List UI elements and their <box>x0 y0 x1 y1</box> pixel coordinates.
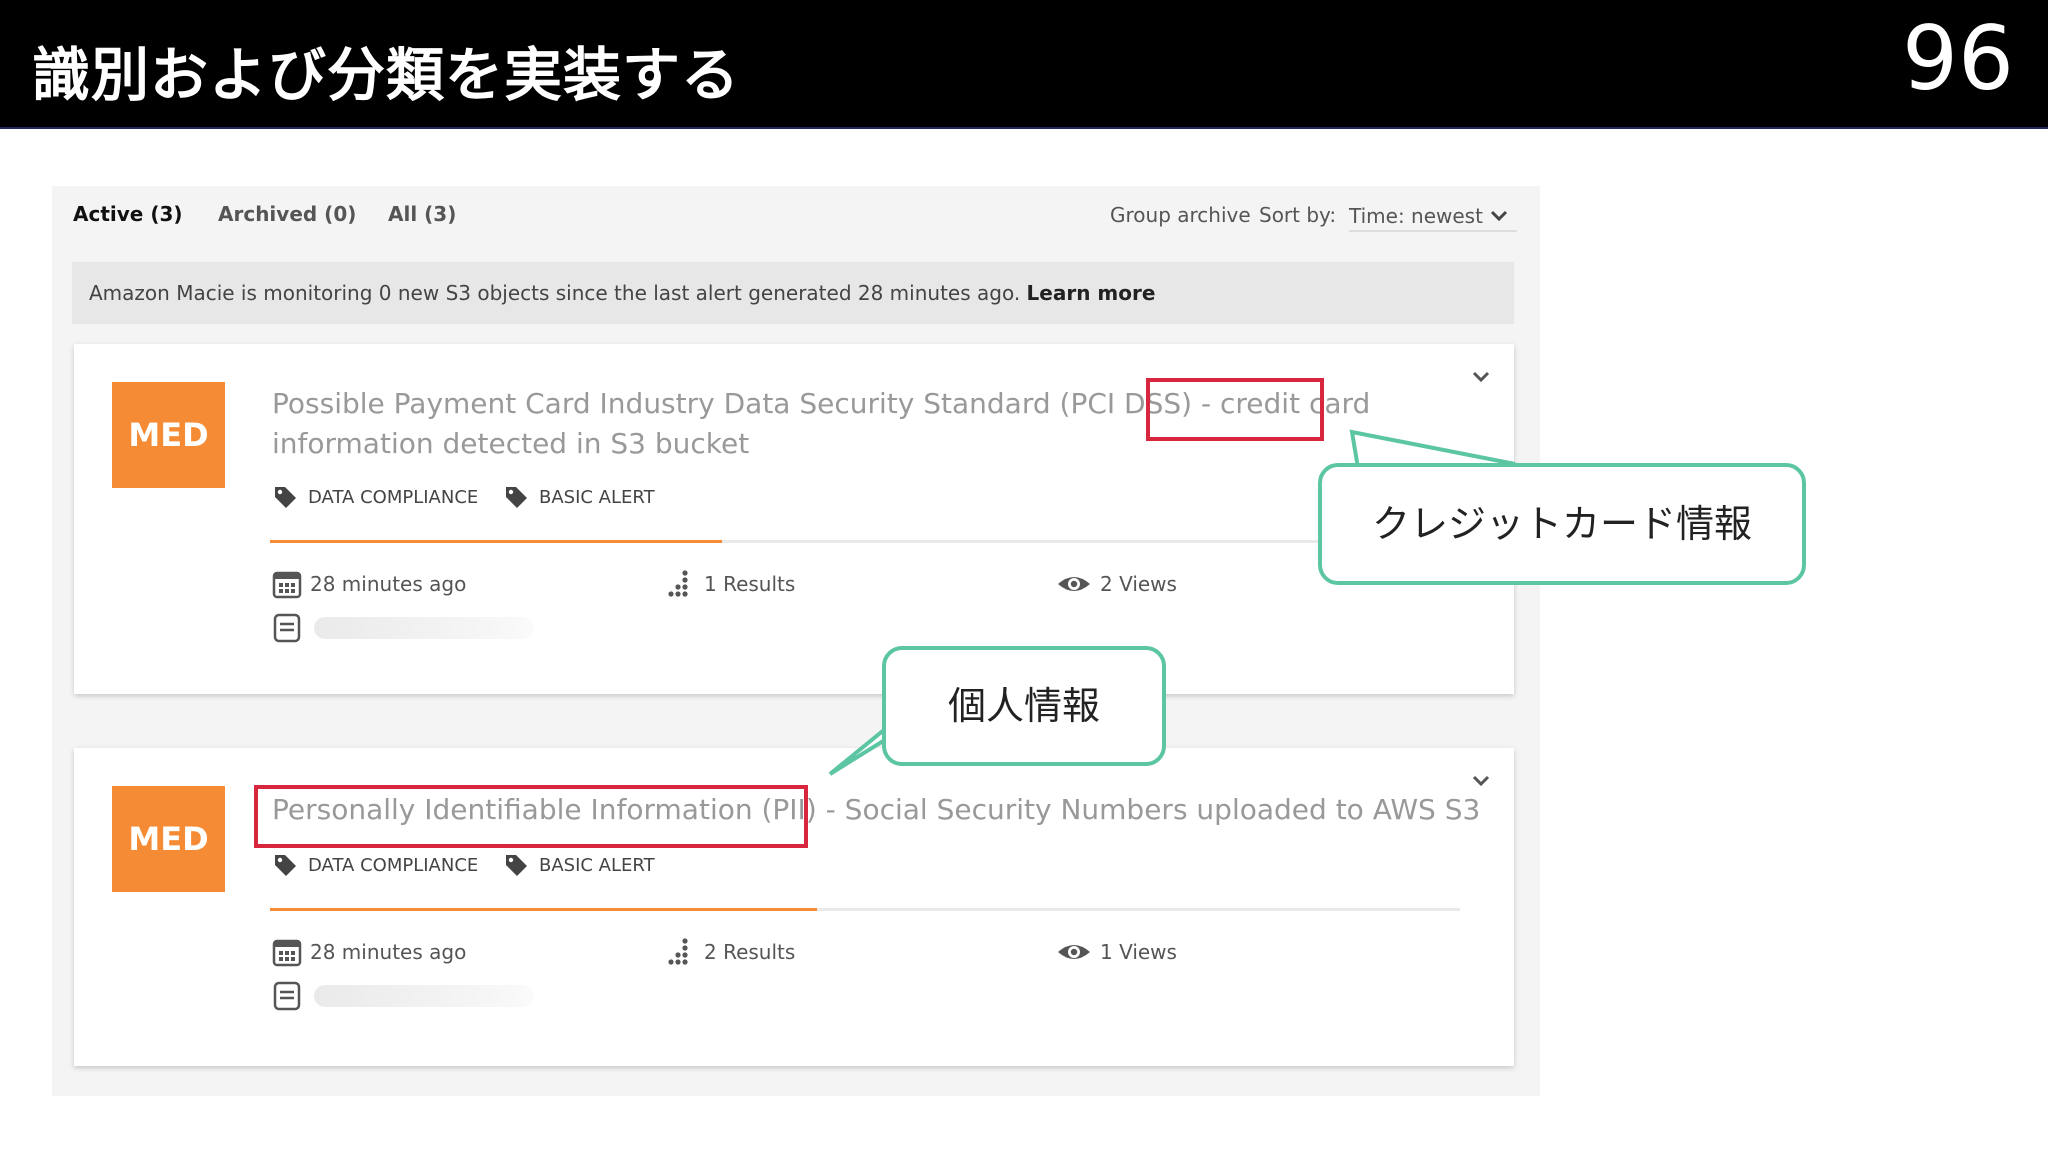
tab-all[interactable]: All (3) <box>388 202 456 226</box>
sort-by-label: Sort by: <box>1259 203 1337 227</box>
tab-active[interactable]: Active (3) <box>73 202 183 226</box>
tag-icon <box>506 855 527 876</box>
tabs-row: Active (3) Archived (0) All (3) Group ar… <box>52 186 1540 246</box>
redacted-text <box>314 985 534 1007</box>
alert-progress-bar <box>270 908 1460 911</box>
chevron-down-icon <box>1490 210 1508 222</box>
alert-progress-fill <box>270 908 818 911</box>
tag-basic-alert[interactable]: BASIC ALERT <box>503 482 655 512</box>
scatter-dots-icon <box>668 938 688 965</box>
alert-document-row <box>272 981 534 1011</box>
group-archive-button[interactable]: Group archive <box>1110 203 1251 227</box>
alert-results-text: 2 Results <box>704 940 796 964</box>
tag-basic-alert[interactable]: BASIC ALERT <box>503 850 655 880</box>
alert-views-text: 2 Views <box>1100 572 1177 596</box>
sort-select-value: Time: newest <box>1349 204 1483 228</box>
slide-header: 識別および分類を実装する 96 <box>0 0 2048 129</box>
callout-credit-card-text: クレジットカード情報 <box>1371 502 1752 546</box>
expand-chevron-icon[interactable] <box>1468 768 1494 794</box>
tag-data-compliance[interactable]: DATA COMPLIANCE <box>272 850 478 880</box>
alert-tags: DATA COMPLIANCE BASIC ALERT <box>272 482 872 512</box>
tag-icon <box>506 487 527 508</box>
tag-data-compliance[interactable]: DATA COMPLIANCE <box>272 482 478 512</box>
callout-pii-text: 個人情報 <box>947 684 1100 728</box>
alert-time: 28 minutes ago <box>272 937 466 967</box>
calendar-icon <box>272 939 302 967</box>
alert-title-rest: Social Security Numbers uploaded to AWS … <box>844 793 1481 826</box>
alert-views[interactable]: 2 Views <box>1056 569 1177 599</box>
highlight-credit-card <box>1146 378 1324 441</box>
eye-icon <box>1058 577 1090 591</box>
monitoring-notice: Amazon Macie is monitoring 0 new S3 obje… <box>72 262 1514 324</box>
alert-document-row <box>272 613 534 643</box>
tag-label: BASIC ALERT <box>539 854 655 876</box>
alert-time: 28 minutes ago <box>272 569 466 599</box>
expand-chevron-icon[interactable] <box>1468 364 1494 390</box>
alert-progress-bar <box>270 540 1460 543</box>
notice-text: Amazon Macie is monitoring 0 new S3 obje… <box>89 281 1021 305</box>
tag-label: DATA COMPLIANCE <box>308 854 479 876</box>
learn-more-link[interactable]: Learn more <box>1027 281 1156 305</box>
callout-pii: 個人情報 <box>882 646 1166 766</box>
alert-time-text: 28 minutes ago <box>310 940 467 964</box>
alert-views-text: 1 Views <box>1100 940 1177 964</box>
alert-time-text: 28 minutes ago <box>310 572 467 596</box>
callout-credit-card: クレジットカード情報 <box>1318 463 1806 585</box>
alert-results[interactable]: 1 Results <box>666 569 795 599</box>
document-icon <box>273 613 301 643</box>
calendar-icon <box>272 571 302 599</box>
tag-label: BASIC ALERT <box>539 486 655 508</box>
alert-results[interactable]: 2 Results <box>666 937 795 967</box>
sort-select[interactable]: Time: newest <box>1349 198 1517 232</box>
alert-title-separator: - <box>825 793 836 826</box>
alert-title-prefix: Possible Payment Card Industry Data Secu… <box>272 387 1193 420</box>
tag-label: DATA COMPLIANCE <box>308 486 479 508</box>
severity-badge: MED <box>112 382 225 488</box>
slide-title: 識別および分類を実装する <box>32 41 741 109</box>
document-icon <box>273 981 301 1011</box>
redacted-text <box>314 617 534 639</box>
macie-alerts-panel: Active (3) Archived (0) All (3) Group ar… <box>52 186 1540 1096</box>
eye-icon <box>1058 945 1090 959</box>
slide-number: 96 <box>1902 7 2014 110</box>
tab-archived[interactable]: Archived (0) <box>218 202 356 226</box>
highlight-pii <box>254 785 808 848</box>
alert-progress-fill <box>270 540 723 543</box>
alert-tags: DATA COMPLIANCE BASIC ALERT <box>272 850 872 880</box>
tag-icon <box>275 487 296 508</box>
severity-badge: MED <box>112 786 225 892</box>
alert-views[interactable]: 1 Views <box>1056 937 1177 967</box>
scatter-dots-icon <box>668 570 688 597</box>
tag-icon <box>275 855 296 876</box>
alert-results-text: 1 Results <box>704 572 796 596</box>
